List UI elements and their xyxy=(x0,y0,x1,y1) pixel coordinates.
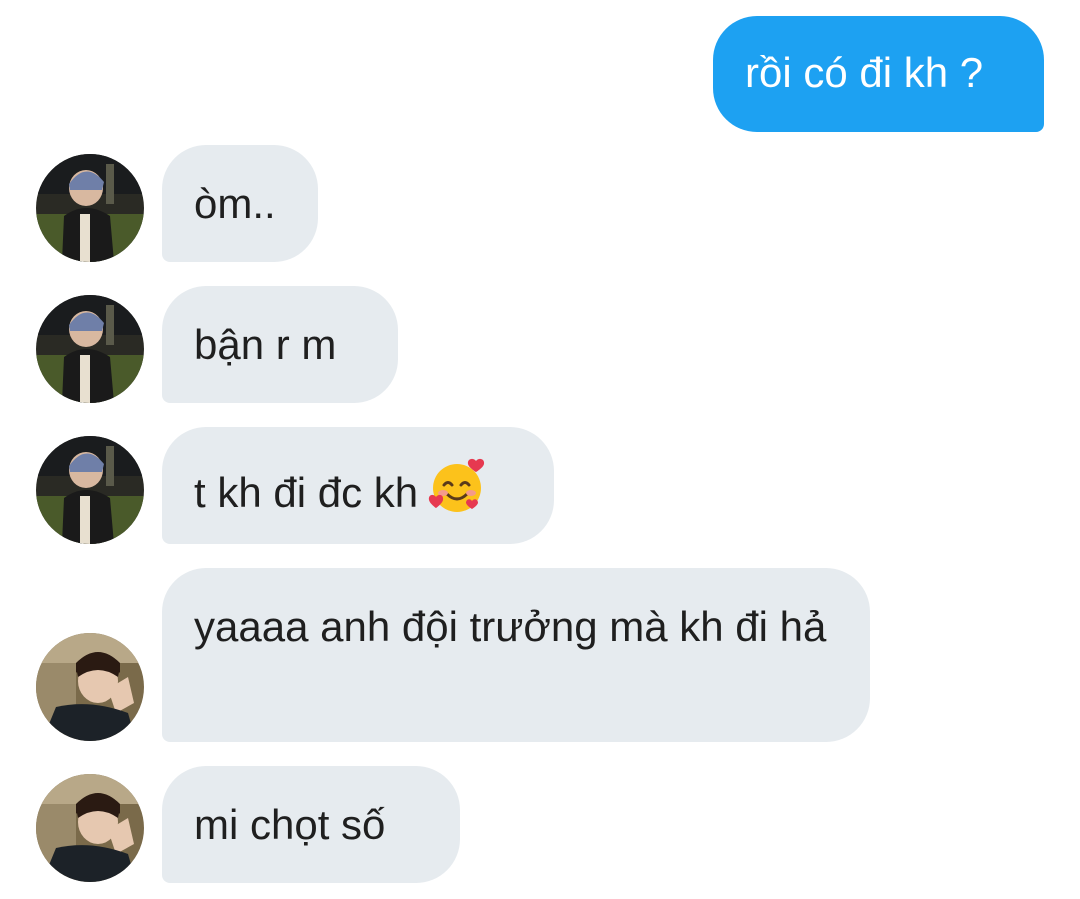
message-text: mi chọt số xyxy=(194,801,386,848)
message-bubble-outgoing[interactable]: rồi có đi kh ? xyxy=(713,16,1044,132)
message-text: rồi có đi kh ? xyxy=(745,49,984,96)
avatar[interactable] xyxy=(36,154,144,262)
message-bubble-incoming[interactable]: t kh đi đc kh xyxy=(162,427,554,544)
message-bubble-incoming[interactable]: bận r m xyxy=(162,286,398,403)
message-text: bận r m xyxy=(194,321,337,368)
message-text: òm.. xyxy=(194,180,276,227)
avatar[interactable] xyxy=(36,295,144,403)
message-text: t kh đi đc kh xyxy=(194,469,419,516)
message-text: yaaaa anh đội trưởng mà kh đi hả xyxy=(194,603,827,650)
smiling-face-with-hearts-icon xyxy=(428,457,486,530)
avatar[interactable] xyxy=(36,633,144,741)
message-bubble-incoming[interactable]: òm.. xyxy=(162,145,318,262)
message-bubble-incoming[interactable]: mi chọt số xyxy=(162,766,460,883)
message-bubble-incoming[interactable]: yaaaa anh đội trưởng mà kh đi hả xyxy=(162,568,870,742)
avatar[interactable] xyxy=(36,436,144,544)
avatar[interactable] xyxy=(36,774,144,882)
